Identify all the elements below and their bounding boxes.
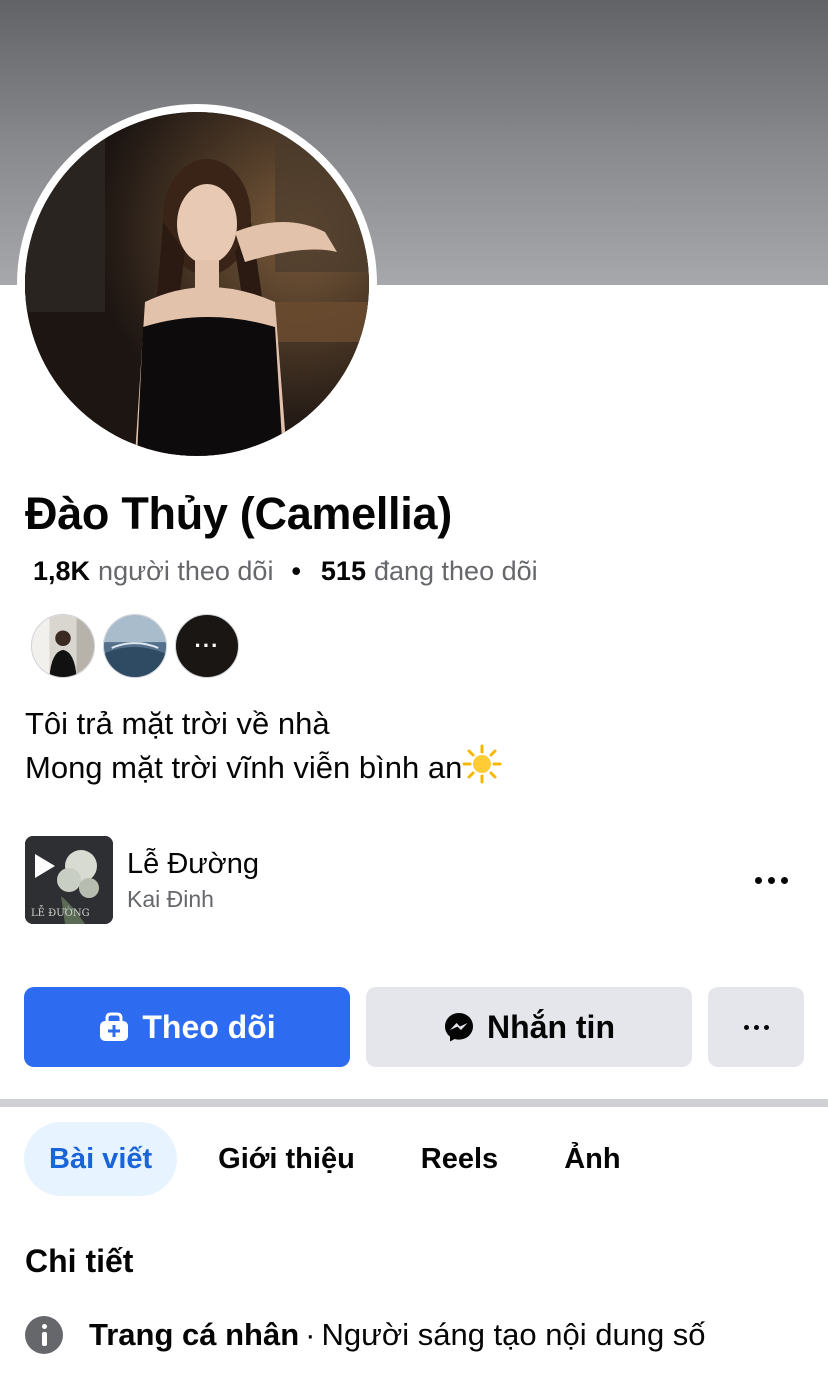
profile-avatar[interactable] bbox=[25, 112, 369, 456]
following-count[interactable]: 515 bbox=[321, 556, 366, 587]
more-mutuals-button[interactable]: ··· bbox=[175, 614, 239, 678]
bio-line: Tôi trả mặt trời về nhà bbox=[25, 706, 330, 741]
page-type-label: Trang cá nhân bbox=[89, 1317, 300, 1352]
following-label[interactable]: đang theo dõi bbox=[374, 556, 538, 587]
info-icon bbox=[25, 1316, 63, 1354]
tab-posts[interactable]: Bài viết bbox=[24, 1122, 178, 1196]
section-divider bbox=[0, 1099, 828, 1107]
profile-bio: Tôi trả mặt trời về nhà Mong mặt trời vĩ… bbox=[25, 704, 502, 788]
message-button[interactable]: Nhắn tin bbox=[366, 987, 692, 1067]
profile-stats: 1,8K người theo dõi • 515 đang theo dõi bbox=[33, 556, 538, 587]
more-icon bbox=[743, 1024, 769, 1030]
details-title: Chi tiết bbox=[25, 1243, 134, 1279]
message-label: Nhắn tin bbox=[487, 1008, 615, 1045]
sun-emoji-icon bbox=[462, 744, 502, 784]
tab-photos[interactable]: Ảnh bbox=[564, 1122, 620, 1196]
tab-reels[interactable]: Reels bbox=[421, 1122, 498, 1196]
stats-separator: • bbox=[291, 556, 301, 586]
music-more-icon[interactable] bbox=[749, 866, 793, 894]
page-category: Người sáng tạo nội dung số bbox=[321, 1317, 706, 1352]
detail-page-type: Trang cá nhân · Người sáng tạo nội dung … bbox=[25, 1316, 706, 1354]
detail-separator: · bbox=[305, 1317, 316, 1352]
mutual-followers[interactable]: ··· bbox=[31, 614, 239, 678]
followers-label[interactable]: người theo dõi bbox=[98, 556, 273, 587]
mutual-avatar[interactable] bbox=[103, 614, 167, 678]
messenger-icon bbox=[445, 1013, 473, 1042]
follow-icon bbox=[100, 1012, 129, 1041]
mutual-avatar[interactable] bbox=[31, 614, 95, 678]
bio-line: Mong mặt trời vĩnh viễn bình an bbox=[25, 750, 463, 785]
profile-music[interactable]: LỄ ĐƯỜNG Lễ Đường Kai Đinh bbox=[25, 836, 805, 926]
song-cover-art[interactable]: LỄ ĐƯỜNG bbox=[25, 836, 113, 924]
svg-text:LỄ ĐƯỜNG: LỄ ĐƯỜNG bbox=[31, 906, 90, 919]
followers-count[interactable]: 1,8K bbox=[33, 556, 90, 587]
song-artist: Kai Đinh bbox=[127, 886, 214, 912]
song-title: Lễ Đường bbox=[127, 848, 259, 880]
more-actions-button[interactable] bbox=[708, 987, 804, 1067]
profile-name: Đào Thủy (Camellia) bbox=[25, 488, 452, 539]
follow-label: Theo dõi bbox=[142, 1008, 276, 1045]
follow-button[interactable]: Theo dõi bbox=[24, 987, 350, 1067]
profile-tabs: Bài viết Giới thiệu Reels Ảnh bbox=[24, 1122, 621, 1196]
tab-about[interactable]: Giới thiệu bbox=[218, 1122, 355, 1196]
